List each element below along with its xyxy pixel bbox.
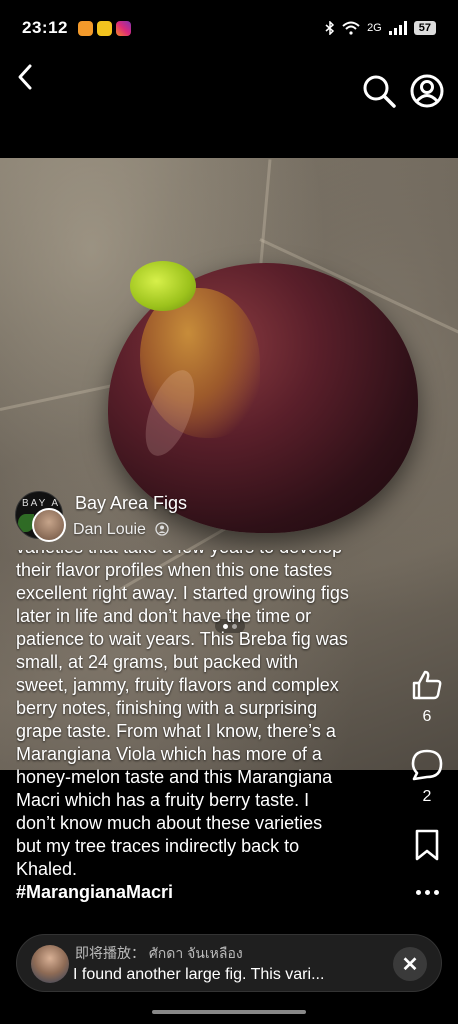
caption-line: Khaled. bbox=[16, 859, 78, 879]
caption-line: but my tree traces indirectly back to bbox=[16, 836, 300, 856]
caption-line: their flavor profiles when this one tast… bbox=[16, 560, 333, 580]
status-indicators: 2G 57 bbox=[325, 21, 436, 35]
account-circle-icon[interactable] bbox=[408, 72, 446, 110]
signal-icon bbox=[388, 21, 407, 35]
like-count: 6 bbox=[422, 708, 432, 725]
caption-line: berry notes, finishing with a surprising bbox=[16, 698, 318, 718]
caption-line: sweet, jammy, fruity flavors and complex bbox=[16, 675, 339, 695]
caption-line: later in life and don’t have the time or bbox=[16, 606, 312, 626]
author-avatar[interactable] bbox=[32, 508, 66, 542]
caption-line: Marangiana Viola which has more of a bbox=[16, 744, 322, 764]
group-name[interactable]: Bay Area Figs bbox=[75, 493, 187, 514]
comment-count: 2 bbox=[422, 788, 432, 805]
more-options-button[interactable] bbox=[410, 882, 444, 902]
mini-player[interactable]: 即将播放： ศักดา จันเหลือง I found another la… bbox=[16, 934, 442, 992]
caption-line: Macri which has a fruity berry taste. I bbox=[16, 790, 310, 810]
member-badge-icon bbox=[155, 522, 169, 536]
mini-player-avatar bbox=[31, 945, 69, 983]
status-bar: 23:12 2G 57 bbox=[0, 0, 458, 56]
mini-player-text: I found another large fig. This vari... bbox=[73, 966, 325, 983]
wifi-icon bbox=[342, 21, 360, 35]
caption-line: grape taste. From what I know, there’s a bbox=[16, 721, 336, 741]
bluetooth-icon bbox=[325, 21, 335, 35]
battery-level: 57 bbox=[413, 21, 436, 35]
caption-line: excellent right away. I started growing … bbox=[16, 583, 349, 603]
caption-line: small, at 24 grams, but packed with bbox=[16, 652, 299, 672]
caption-line: don’t know much about these varieties bbox=[16, 813, 323, 833]
like-button[interactable] bbox=[410, 668, 444, 702]
notification-icons bbox=[77, 20, 131, 36]
hashtag-link[interactable]: #MarangianaMacri bbox=[16, 881, 386, 904]
back-button[interactable] bbox=[12, 62, 42, 92]
mini-player-now-playing: 即将播放： ศักดา จันเหลือง bbox=[75, 945, 243, 961]
caption-lines: varieties that take a few years to devel… bbox=[16, 550, 386, 904]
caption-line: honey-melon taste and this Marangiana bbox=[16, 767, 333, 787]
bookmark-button[interactable] bbox=[412, 828, 442, 862]
caption-line: patience to wait years. This Breba fig w… bbox=[16, 629, 348, 649]
group-avatar-text: BAY A bbox=[22, 498, 60, 509]
author-name[interactable]: Dan Louie bbox=[73, 521, 146, 539]
instagram-icon bbox=[115, 20, 131, 36]
post-caption[interactable]: varieties that take a few years to devel… bbox=[16, 550, 386, 910]
search-icon[interactable] bbox=[360, 72, 398, 110]
caption-line: varieties that take a few years to devel… bbox=[16, 550, 386, 559]
app-notif-yellow-icon bbox=[96, 20, 112, 36]
top-nav bbox=[0, 56, 458, 116]
comment-button[interactable] bbox=[410, 748, 444, 782]
close-icon[interactable]: ✕ bbox=[393, 947, 427, 981]
network-type: 2G bbox=[367, 22, 382, 34]
app-notif-orange-icon bbox=[77, 20, 93, 36]
home-indicator[interactable] bbox=[152, 1010, 306, 1014]
fig-stem bbox=[130, 261, 196, 311]
status-time: 23:12 bbox=[22, 18, 68, 37]
